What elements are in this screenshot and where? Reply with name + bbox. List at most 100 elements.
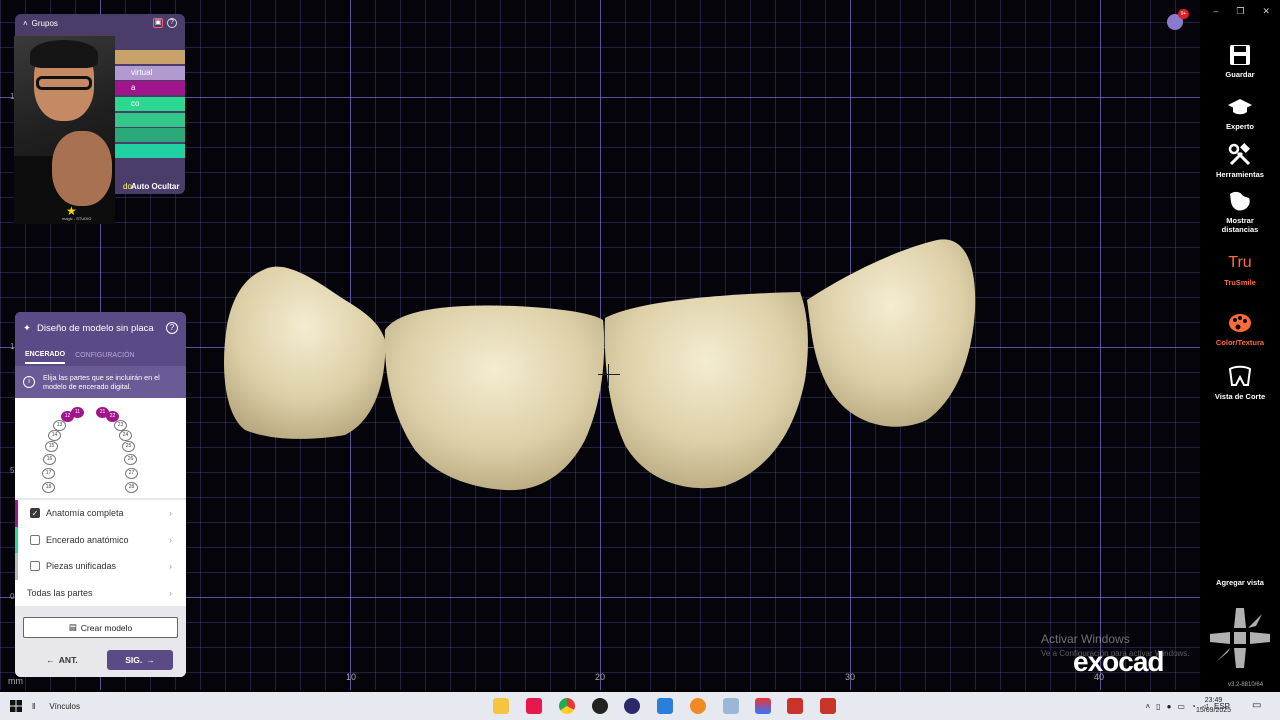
clock-time: 23:49 [1204,697,1223,704]
tooth-28[interactable]: 28 [125,482,138,493]
exo-app-icon[interactable] [787,698,803,714]
info-text: Elija las partes que se incluirán en el … [43,373,160,391]
chevron-right-icon: › [169,561,172,572]
option-row[interactable]: Encerado anatómico › [15,526,186,553]
tooth-13[interactable]: 13 [53,420,66,431]
clock[interactable]: 23:49 15/09/2025 [1196,696,1231,716]
tooth-crown-left-lateral[interactable] [224,266,386,439]
visibility-icon[interactable]: ▣ [153,18,163,28]
tab-configuracion[interactable]: CONFIGURACIÓN [75,348,135,363]
next-label: SIG. [125,655,143,665]
option-checkbox[interactable] [30,534,40,545]
design-panel-title: Diseño de modelo sin placa [36,322,154,334]
option-row[interactable]: Piezas unificadas › [15,553,186,580]
wizard-nav: ← ANT. SIG. → [15,645,186,677]
notification-badge: 9+ [1178,9,1189,19]
mic-icon[interactable]: ● [1167,702,1172,711]
trusmile-button[interactable]: Tru TruSmile [1200,250,1280,287]
trusmile-icon: Tru [1200,250,1280,276]
network-icon[interactable]: ▭ [1177,702,1185,711]
tab-encerado[interactable]: ENCERADO [25,347,66,364]
windows-start-icon[interactable] [0,700,32,712]
groups-title: Grupos [31,18,58,28]
group-row[interactable] [115,144,185,158]
show-distances-button[interactable]: Mostrar distancias [1200,188,1280,234]
battery-icon[interactable]: ▯ [1156,702,1160,711]
exocad-logo: exocad [1073,646,1164,677]
tooth-11[interactable]: 11 [71,407,84,418]
view-cube-icon[interactable] [1208,606,1272,670]
option-checkbox[interactable]: ✓ [30,508,40,519]
group-row[interactable]: co [115,97,185,111]
tooth-26[interactable]: 26 [124,454,137,465]
group-row[interactable]: virtual [115,66,185,80]
tooth-crown-right-central[interactable] [604,292,808,489]
webcam-hand [52,131,112,206]
previous-button[interactable]: ← ANT. [35,650,89,670]
printer-icon: ▤ [68,622,77,632]
close-icon[interactable]: ✕ [1262,6,1270,17]
cad-app-icon[interactable] [820,698,836,714]
expert-button[interactable]: Experto [1200,94,1280,131]
trusmile-label: TruSmile [1224,278,1256,287]
option-list: ✓ Anatomía completa › Encerado anatómico › Pi… [15,500,186,606]
group-row[interactable]: a [115,81,185,95]
add-view-button[interactable]: Agregar vista [1200,578,1280,587]
y-tick: 0 [10,592,15,601]
blender-icon[interactable] [690,698,706,714]
restore-icon[interactable]: ❐ [1236,6,1244,17]
notification-center-icon[interactable]: ▭ [1252,700,1261,711]
group-row[interactable] [115,128,185,142]
tooth-15[interactable]: 15 [45,441,58,452]
tools-button[interactable]: Herramientas [1200,142,1280,179]
file-explorer-icon[interactable] [493,698,509,714]
app-icon[interactable] [624,698,640,714]
save-button[interactable]: Guardar [1200,42,1280,79]
tooth-crown-right-lateral[interactable] [807,239,976,427]
tooth-17[interactable]: 17 [42,468,55,479]
option-row[interactable]: Todas las partes › [15,580,186,607]
group-row[interactable] [115,113,185,127]
tooth-27[interactable]: 27 [125,468,138,479]
save-label: Guardar [1225,70,1255,79]
maps-icon[interactable] [755,698,771,714]
webcam-hair [30,40,98,68]
groups-header[interactable]: ˄ Grupos ▣ ? [15,14,185,32]
group-row[interactable] [115,50,185,64]
model-design-panel[interactable]: ✦ Diseño de modelo sin placa ? ENCERADO … [15,312,186,677]
magic-wand-icon: ✦ [23,322,31,334]
tiktok-icon[interactable] [526,698,542,714]
create-model-button[interactable]: ▤ Crear modelo [23,617,178,638]
collapse-chevron-icon[interactable]: ˄ [23,19,28,28]
option-checkbox[interactable] [30,561,40,572]
option-row[interactable]: ✓ Anatomía completa › [15,500,186,527]
chrome-icon[interactable] [559,698,575,714]
taskbar: ‖ Vínculos [0,692,1280,720]
cut-view-button[interactable]: Vista de Corte [1200,364,1280,401]
tooth-crown-left-central[interactable] [384,305,605,491]
tooth-18[interactable]: 18 [42,482,55,493]
y-tick: 5 [10,466,15,475]
option-label: Anatomía completa [46,508,124,519]
window-controls: – ❐ ✕ [1213,6,1270,17]
tooth-14[interactable]: 14 [48,430,61,441]
right-toolbar: – ❐ ✕ Guardar Experto Herramientas Mostr… [1200,0,1280,690]
next-button[interactable]: SIG. → [107,650,173,670]
color-texture-button[interactable]: Color/Textura [1200,310,1280,347]
tooth-24[interactable]: 24 [119,430,132,441]
tooth-arch-selector[interactable]: 18 17 16 15 14 13 12 11 21 22 23 24 25 26 27 28 [15,398,186,498]
design-tabs: ENCERADO CONFIGURACIÓN [15,344,186,366]
x-tick: 20 [595,672,606,682]
minimize-icon[interactable]: – [1213,6,1218,17]
obs-icon[interactable] [592,698,608,714]
edge-icon[interactable] [657,698,673,714]
links-toolbar[interactable]: Vínculos [49,702,80,711]
tray-expand-icon[interactable]: ˄ [1146,702,1151,711]
help-icon[interactable]: ? [166,322,178,334]
tooth-16[interactable]: 16 [43,454,56,465]
help-icon[interactable]: ? [167,18,177,28]
auto-hide-button[interactable]: Auto Ocultar [131,182,179,191]
option-label: Piezas unificadas [46,561,117,572]
tooth-25[interactable]: 25 [122,441,135,452]
sketch-icon[interactable] [723,698,739,714]
